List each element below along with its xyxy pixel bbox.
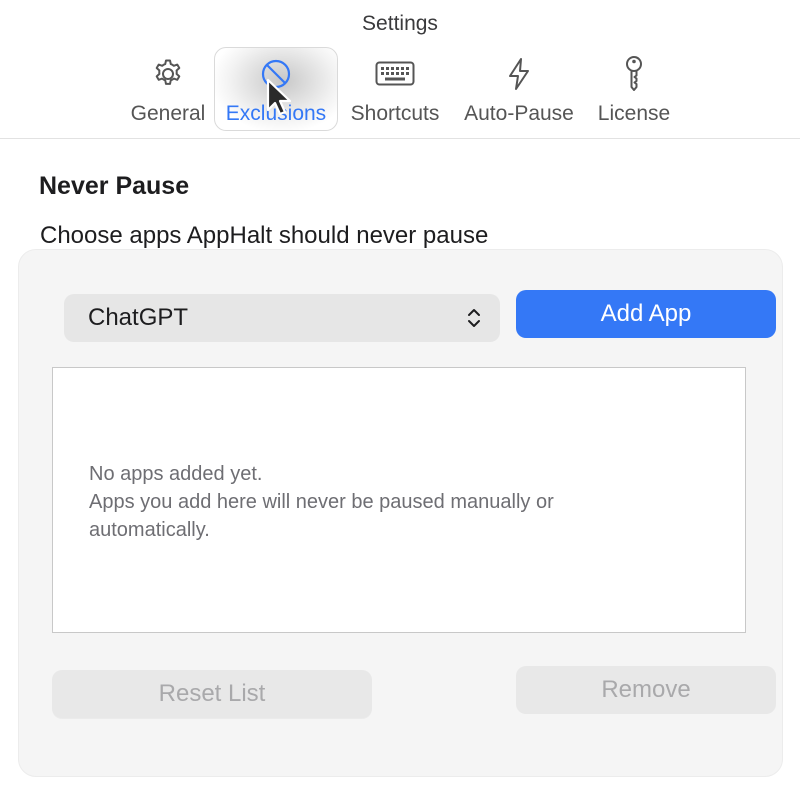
app-picker-value: ChatGPT (88, 304, 189, 331)
tab-license[interactable]: License (593, 46, 675, 130)
bolt-icon (506, 46, 532, 102)
section-subtitle: Choose apps AppHalt should never pause (40, 222, 489, 249)
settings-toolbar: General Exclusions Shortcuts Auto-Pause … (0, 46, 800, 139)
gear-icon (151, 46, 185, 102)
keyboard-icon (375, 46, 415, 102)
tab-general[interactable]: General (127, 46, 209, 130)
chevron-up-down-icon (468, 309, 480, 327)
tab-label: General (130, 102, 206, 125)
app-picker-popup[interactable]: ChatGPT (64, 294, 500, 342)
settings-window: Settings General Exclusions Shortcuts Au… (0, 0, 800, 794)
reset-list-button[interactable]: Reset List (52, 670, 372, 718)
remove-button[interactable]: Remove (516, 666, 776, 714)
section-title: Never Pause (39, 172, 190, 200)
tab-shortcuts[interactable]: Shortcuts (344, 46, 446, 130)
tab-label: Auto-Pause (464, 102, 574, 125)
tab-auto-pause[interactable]: Auto-Pause (458, 46, 580, 130)
empty-list-line2: Apps you add here will never be paused m… (89, 491, 554, 541)
mouse-pointer-icon (266, 78, 292, 116)
key-icon (622, 46, 646, 102)
tab-label: Shortcuts (350, 102, 440, 125)
tab-label: License (597, 102, 671, 125)
empty-list-line1: No apps added yet. (89, 463, 263, 485)
empty-list-message: No apps added yet. Apps you add here wil… (89, 460, 689, 544)
window-title: Settings (362, 12, 438, 35)
add-app-button[interactable]: Add App (516, 290, 776, 338)
